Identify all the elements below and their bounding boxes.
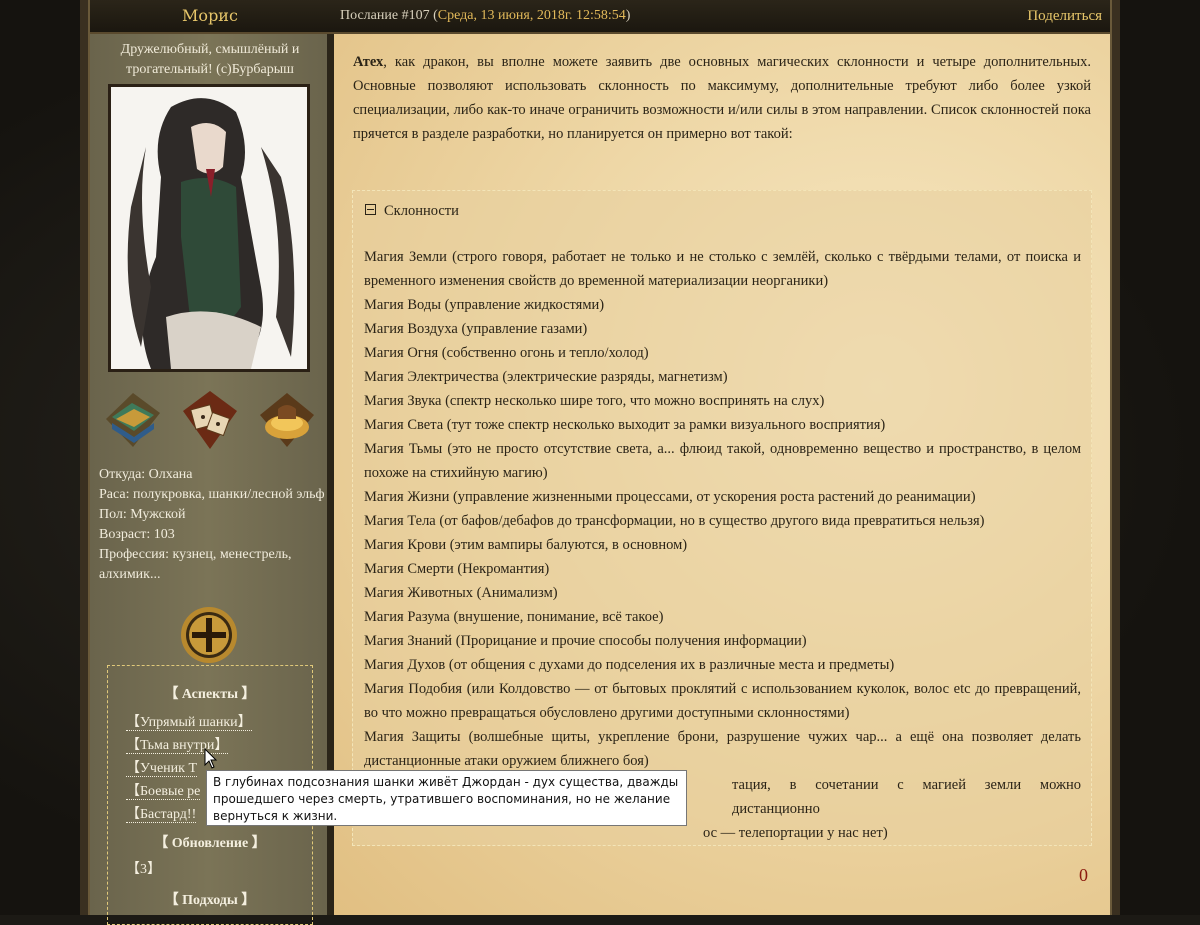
treasure-icon: [260, 393, 314, 447]
post-meta: Послание #107 (Среда, 13 июня, 2018г. 12…: [340, 8, 631, 23]
avatar-illustration: [111, 87, 307, 369]
plus-icon: [181, 607, 237, 663]
profile-age: Возраст: 103: [99, 527, 175, 542]
magic-line: Магия Воды (управление жидкостями): [364, 297, 605, 313]
award-treasure-icon[interactable]: [256, 389, 318, 451]
spoiler-title: Склонности: [384, 203, 459, 219]
post-date[interactable]: Среда, 13 июня, 2018г. 12:58:54: [438, 8, 626, 23]
magic-line: Магия Тела (от бафов/дебафов до трансфор…: [364, 513, 985, 529]
magic-line: Магия Подобия (или Колдовство — от бытов…: [364, 681, 1081, 721]
user-tagline: Дружелюбный, смышлёный и трогательный! (…: [120, 42, 300, 77]
spoiler-block: Склонности Магия Земли (строго говоря, р…: [352, 190, 1092, 846]
magic-line: Магия Электричества (электрические разря…: [364, 369, 728, 385]
magic-line: Магия Защиты (волшебные щиты, укрепление…: [364, 729, 1081, 769]
share-link[interactable]: Поделиться: [1027, 0, 1102, 32]
magic-line: Магия Тьмы (это не просто отсутствие све…: [364, 441, 1081, 481]
spoiler-content: Магия Земли (строго говоря, работает не …: [364, 245, 1081, 845]
profile-info: Откуда: Олхана Раса: полукровка, шанки/л…: [99, 465, 325, 585]
magic-line: Магия Духов (от общения с духами до подс…: [364, 657, 895, 673]
award-books-icon[interactable]: [102, 389, 164, 451]
update-title: 【 Обновление 】: [154, 836, 266, 851]
profile-gender: Пол: Мужской: [99, 507, 186, 522]
post-rating-count[interactable]: 0: [1079, 865, 1088, 886]
author-name-link[interactable]: Морис: [90, 0, 330, 32]
award-dice-icon[interactable]: [179, 389, 241, 451]
magic-line: Магия Звука (спектр несколько шире того,…: [364, 393, 825, 409]
add-respect-button[interactable]: [180, 606, 238, 664]
post-number[interactable]: Послание #107: [340, 8, 430, 23]
magic-line: Магия Животных (Анимализм): [364, 585, 558, 601]
avatar: [108, 84, 310, 372]
approaches-title: 【 Подходы 】: [164, 893, 256, 908]
dice-icon: [183, 391, 237, 449]
spoiler-header[interactable]: Склонности: [365, 203, 459, 220]
magic-line: Магия Знаний (Прорицание и прочие способ…: [364, 633, 807, 649]
magic-line: Магия Земли (строго говоря, работает не …: [364, 249, 1081, 289]
collapse-icon[interactable]: [365, 204, 376, 215]
magic-line: Магия Крови (этим вампиры балуются, в ос…: [364, 537, 688, 553]
magic-line: Магия Жизни (управление жизненными проце…: [364, 489, 976, 505]
aspect-tooltip: В глубинах подсознания шанки живёт Джорд…: [206, 770, 687, 826]
update-value: 【3】: [126, 862, 161, 877]
magic-line: Магия Разума (внушение, понимание, всё т…: [364, 609, 664, 625]
mention-name[interactable]: Атех: [353, 54, 383, 70]
magic-line: Магия Огня (собственно огонь и тепло/хол…: [364, 345, 649, 361]
magic-line: Магия Смерти (Некромантия): [364, 561, 550, 577]
mouse-cursor-icon: [204, 748, 218, 769]
profile-race: Раса: полукровка, шанки/лесной эльф: [99, 487, 325, 502]
profile-profession: Профессия: кузнец, менестрель, алхимик..…: [99, 547, 292, 582]
profile-from: Откуда: Олхана: [99, 467, 193, 482]
magic-line: Магия Воздуха (управление газами): [364, 321, 588, 337]
magic-line: Магия Света (тут тоже спектр несколько в…: [364, 417, 886, 433]
post-header: Морис Послание #107 (Среда, 13 июня, 201…: [90, 0, 1110, 34]
aspects-title: 【 Аспекты 】: [164, 687, 256, 702]
post-intro: Атех, как дракон, вы вполне можете заяви…: [353, 54, 1091, 142]
books-icon: [106, 393, 160, 447]
aspect-item[interactable]: 【Упрямый шанки】: [108, 711, 312, 734]
